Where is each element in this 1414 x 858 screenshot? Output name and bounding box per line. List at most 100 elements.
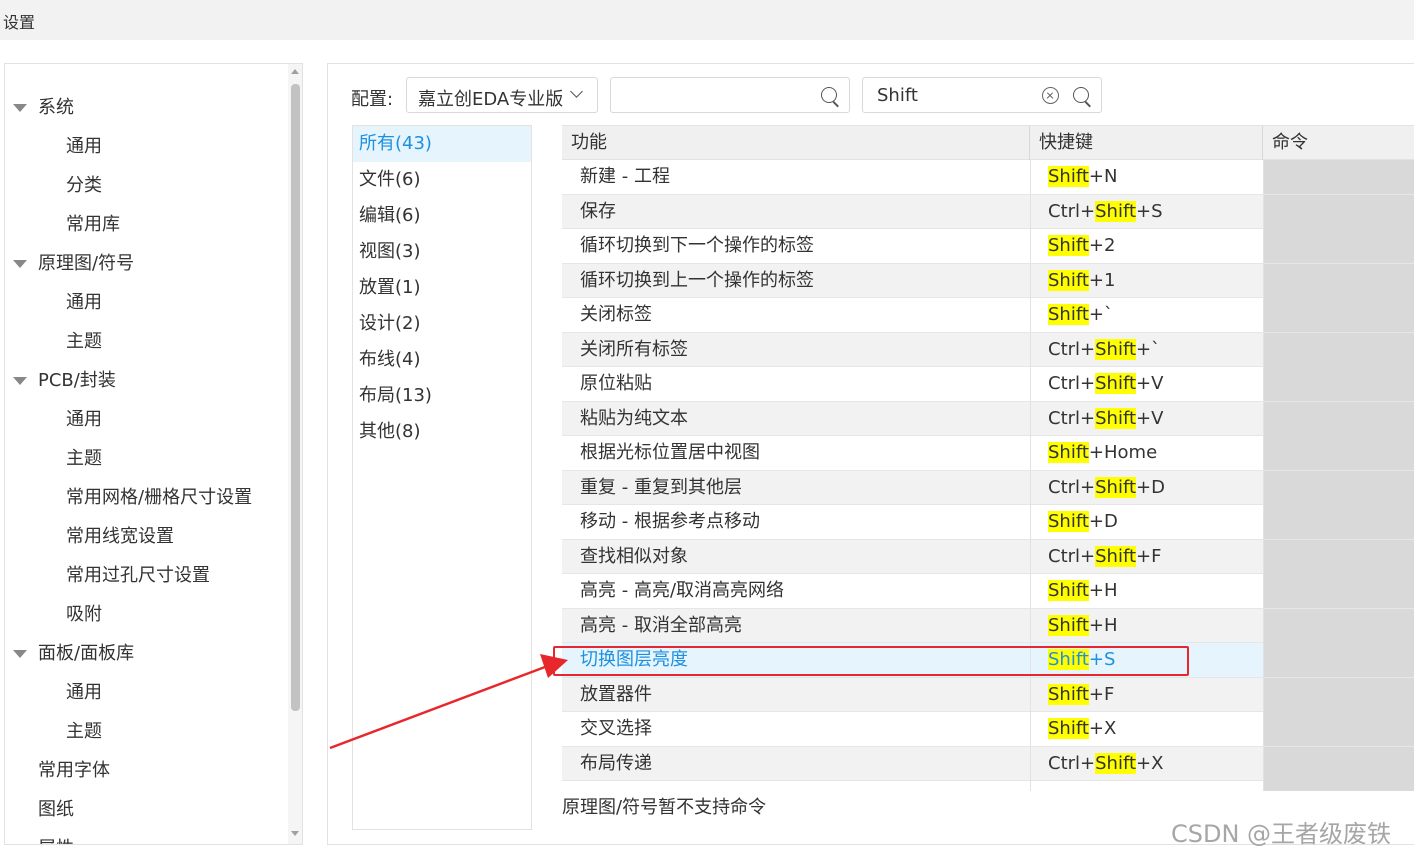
cell-shortcut[interactable]: Ctrl+Shift+` xyxy=(1030,332,1262,367)
cell-shortcut[interactable]: Shift+H xyxy=(1030,608,1262,643)
category-item[interactable]: 视图(3) xyxy=(353,234,531,270)
cell-shortcut[interactable]: Shift+2 xyxy=(1030,229,1262,263)
sidebar-item-label[interactable]: 系统 xyxy=(38,97,74,119)
cell-shortcut[interactable]: Ctrl+Shift+V xyxy=(1030,367,1262,401)
sidebar-item-label[interactable]: 通用 xyxy=(66,136,102,158)
cell-command[interactable] xyxy=(1263,194,1414,229)
cell-command[interactable] xyxy=(1263,712,1414,746)
table-row[interactable] xyxy=(562,781,1414,791)
cell-command[interactable] xyxy=(1263,436,1414,470)
category-item[interactable]: 布线(4) xyxy=(353,342,531,378)
column-header-shortcut[interactable]: 快捷键 xyxy=(1030,126,1263,160)
cell-command[interactable] xyxy=(1263,643,1414,677)
sidebar-item-label[interactable]: PCB/封装 xyxy=(38,370,116,392)
cell-shortcut[interactable]: Ctrl+Shift+S xyxy=(1030,194,1262,229)
cell-shortcut[interactable]: Shift+N xyxy=(1030,160,1262,194)
column-header-function[interactable]: 功能 xyxy=(562,126,1030,160)
cell-command[interactable] xyxy=(1263,229,1414,263)
category-item[interactable]: 文件(6) xyxy=(353,162,531,198)
sidebar-item-label[interactable]: 常用过孔尺寸设置 xyxy=(66,565,210,587)
cell-command[interactable] xyxy=(1263,470,1414,505)
table-row[interactable]: 移动 - 根据参考点移动 Shift+D xyxy=(562,505,1414,540)
table-row[interactable]: 关闭标签 Shift+` xyxy=(562,298,1414,333)
sidebar-item-label[interactable]: 原理图/符号 xyxy=(38,253,134,275)
table-row[interactable]: 高亮 - 取消全部高亮 Shift+H xyxy=(562,608,1414,643)
category-item[interactable]: 编辑(6) xyxy=(353,198,531,234)
sidebar-item-label[interactable]: 常用库 xyxy=(66,214,120,236)
cell-command[interactable] xyxy=(1263,677,1414,712)
sidebar-item-label[interactable]: 主题 xyxy=(66,721,102,743)
cell-shortcut[interactable]: Ctrl+Shift+D xyxy=(1030,470,1262,505)
cell-command[interactable] xyxy=(1263,401,1414,436)
cell-shortcut[interactable]: Shift+H xyxy=(1030,574,1262,608)
cell-command[interactable] xyxy=(1263,781,1414,791)
cell-shortcut[interactable]: Shift+X xyxy=(1030,712,1262,746)
shortcut-search-input[interactable] xyxy=(863,78,1033,112)
table-row[interactable]: 交叉选择 Shift+X xyxy=(562,712,1414,747)
cell-shortcut[interactable]: Shift+1 xyxy=(1030,263,1262,298)
table-row[interactable]: 关闭所有标签 Ctrl+Shift+` xyxy=(562,332,1414,367)
cell-command[interactable] xyxy=(1263,746,1414,781)
scroll-up-arrow-icon[interactable] xyxy=(291,69,299,74)
sidebar-item-label[interactable]: 常用线宽设置 xyxy=(66,526,174,548)
command-search-input[interactable] xyxy=(611,78,811,112)
sidebar-item-label[interactable]: 通用 xyxy=(66,682,102,704)
table-row[interactable]: 放置器件 Shift+F xyxy=(562,677,1414,712)
cell-command[interactable] xyxy=(1263,160,1414,194)
cell-shortcut[interactable]: Ctrl+Shift+F xyxy=(1030,539,1262,574)
sidebar-item-label[interactable]: 分类 xyxy=(66,175,102,197)
search-icon[interactable] xyxy=(821,87,837,103)
table-row[interactable]: 布局传递 Ctrl+Shift+X xyxy=(562,746,1414,781)
table-row[interactable]: 高亮 - 高亮/取消高亮网络 Shift+H xyxy=(562,574,1414,609)
table-row[interactable]: 循环切换到上一个操作的标签 Shift+1 xyxy=(562,263,1414,298)
sidebar-item-label[interactable]: 属性 xyxy=(38,838,74,844)
nav-scrollbar[interactable] xyxy=(288,64,302,844)
category-item[interactable]: 设计(2) xyxy=(353,306,531,342)
cell-command[interactable] xyxy=(1263,574,1414,608)
search-icon[interactable] xyxy=(1073,87,1089,103)
expand-caret-icon[interactable] xyxy=(13,377,27,385)
sidebar-item-label[interactable]: 主题 xyxy=(66,331,102,353)
sidebar-item-label[interactable]: 主题 xyxy=(66,448,102,470)
cell-command[interactable] xyxy=(1263,263,1414,298)
sidebar-item-label[interactable]: 常用字体 xyxy=(38,760,110,782)
config-select[interactable]: 嘉立创EDA专业版 xyxy=(406,77,598,113)
cell-shortcut[interactable]: Shift+` xyxy=(1030,298,1262,332)
expand-caret-icon[interactable] xyxy=(13,104,27,112)
table-row[interactable]: 原位粘贴 Ctrl+Shift+V xyxy=(562,367,1414,402)
cell-command[interactable] xyxy=(1263,332,1414,367)
category-item[interactable]: 放置(1) xyxy=(353,270,531,306)
expand-caret-icon[interactable] xyxy=(13,650,27,658)
scroll-down-arrow-icon[interactable] xyxy=(291,831,299,836)
sidebar-item-label[interactable]: 常用网格/栅格尺寸设置 xyxy=(66,487,252,509)
cell-command[interactable] xyxy=(1263,367,1414,401)
cell-shortcut[interactable] xyxy=(1030,781,1262,791)
cell-command[interactable] xyxy=(1263,505,1414,539)
table-row[interactable]: 根据光标位置居中视图 Shift+Home xyxy=(562,436,1414,471)
sidebar-item-label[interactable]: 面板/面板库 xyxy=(38,643,134,665)
table-row[interactable]: 重复 - 重复到其他层 Ctrl+Shift+D xyxy=(562,470,1414,505)
command-search-box[interactable] xyxy=(610,77,850,113)
category-item[interactable]: 布局(13) xyxy=(353,378,531,414)
sidebar-item-label[interactable]: 图纸 xyxy=(38,799,74,821)
category-item[interactable]: 所有(43) xyxy=(353,126,531,162)
table-row[interactable]: 查找相似对象 Ctrl+Shift+F xyxy=(562,539,1414,574)
sidebar-item-label[interactable]: 吸附 xyxy=(66,604,102,626)
expand-caret-icon[interactable] xyxy=(13,260,27,268)
sidebar-item-label[interactable]: 通用 xyxy=(66,292,102,314)
scrollbar-thumb[interactable] xyxy=(291,84,300,711)
cell-command[interactable] xyxy=(1263,298,1414,332)
cell-shortcut[interactable]: Shift+F xyxy=(1030,677,1262,712)
table-row[interactable]: 粘贴为纯文本 Ctrl+Shift+V xyxy=(562,401,1414,436)
table-row[interactable]: 循环切换到下一个操作的标签 Shift+2 xyxy=(562,229,1414,264)
category-item[interactable]: 其他(8) xyxy=(353,414,531,450)
cell-command[interactable] xyxy=(1263,539,1414,574)
clear-icon[interactable] xyxy=(1042,87,1059,104)
cell-shortcut[interactable]: Shift+D xyxy=(1030,505,1262,539)
shortcut-search-box[interactable] xyxy=(862,77,1102,113)
table-row[interactable]: 保存 Ctrl+Shift+S xyxy=(562,194,1414,229)
cell-shortcut[interactable]: Ctrl+Shift+V xyxy=(1030,401,1262,436)
cell-shortcut[interactable]: Ctrl+Shift+X xyxy=(1030,746,1262,781)
cell-command[interactable] xyxy=(1263,608,1414,643)
sidebar-item-label[interactable]: 通用 xyxy=(66,409,102,431)
